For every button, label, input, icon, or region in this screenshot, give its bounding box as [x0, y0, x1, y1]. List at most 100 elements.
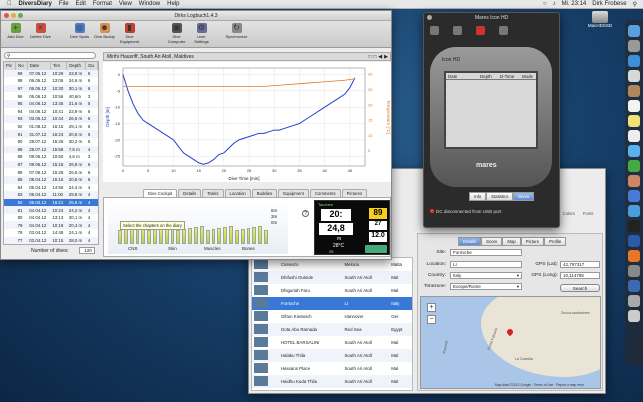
add-dive-button[interactable]: + Add Dive: [4, 23, 27, 45]
country-select[interactable]: Italy ▾: [450, 272, 522, 279]
chapter-bar[interactable]: [158, 228, 163, 244]
chapter-bar[interactable]: [176, 230, 181, 244]
appstore-icon[interactable]: [628, 205, 640, 217]
chapter-bar[interactable]: [118, 230, 122, 244]
mares-tool-icon[interactable]: [476, 26, 485, 35]
terminal-icon[interactable]: [628, 220, 640, 232]
table-row[interactable]: 81 04.04.12 10:24 24,2 m4: [4, 206, 98, 214]
menu-view[interactable]: View: [119, 1, 132, 7]
lat-field[interactable]: 42,797317: [560, 261, 600, 268]
next-icon[interactable]: ▶: [384, 53, 388, 61]
mares-tool-icon[interactable]: [430, 26, 439, 35]
volume-icon[interactable]: ♪: [553, 1, 556, 7]
tab-info[interactable]: Info: [469, 192, 487, 201]
fonts-button[interactable]: Fonts: [583, 211, 593, 216]
clock[interactable]: Mi. 23:14: [562, 1, 587, 7]
dive-buddy-button[interactable]: ☻ Dive Buddy: [93, 23, 116, 45]
spot-map[interactable]: + − Zecca-santaninee La Guardia Punta Fa…: [420, 296, 601, 389]
list-item[interactable]: Halaku Thila South Ari Atoll Mal: [252, 349, 412, 362]
list-item[interactable]: Formiche LI Italy: [252, 297, 412, 310]
table-row[interactable]: 94 04.06.12 10:41 22,9 m 6: [4, 108, 98, 116]
table-row[interactable]: 88 09.06.12 10:50 4,6 m 3: [4, 153, 98, 161]
tab-equipment[interactable]: Equipment: [278, 189, 309, 197]
minimize-icon[interactable]: [11, 13, 16, 18]
finder-icon[interactable]: [628, 25, 640, 37]
tab-map[interactable]: Map: [502, 237, 521, 246]
mail-icon[interactable]: [628, 70, 640, 82]
menu-format[interactable]: Format: [93, 1, 112, 7]
table-row[interactable]: 84 05.04.12 14:56 24,4 m 4: [4, 184, 98, 192]
list-item[interactable]: Haidhu Kuda Thila South Ari Atoll Mal: [252, 375, 412, 388]
chapter-bar[interactable]: [234, 230, 239, 244]
table-row[interactable]: 96 05.06.12 10:56 40,6m 3: [4, 92, 98, 100]
chapter-bar[interactable]: [123, 229, 128, 244]
rss-icon[interactable]: [628, 250, 640, 262]
chapter-bar[interactable]: [217, 228, 222, 244]
chapter-bar[interactable]: [147, 230, 152, 244]
table-row[interactable]: 82 05.04.12 16:21 25,8 m4: [4, 198, 98, 207]
col-depth[interactable]: Depth: [66, 62, 87, 70]
menu-app[interactable]: DiversDiary: [19, 1, 52, 7]
table-row[interactable]: 77 03.04.12 10:15 28,0 m4: [4, 236, 98, 244]
table-row[interactable]: 91 31.07.12 16:24 20,6 m5: [4, 130, 98, 138]
preferences-icon[interactable]: [628, 265, 640, 277]
col-time[interactable]: Tim: [50, 62, 68, 70]
zoom-icon[interactable]: [18, 13, 23, 18]
chapter-bar[interactable]: [199, 226, 204, 244]
tab-buddies[interactable]: Buddies: [251, 189, 278, 197]
table-row[interactable]: 86 07.06.12 15:28 26,5 m 6: [4, 168, 98, 176]
table-row[interactable]: 7602.04.1210:5423,8 m4: [4, 244, 98, 245]
close-icon[interactable]: [427, 15, 432, 20]
chapter-bar[interactable]: [246, 228, 251, 244]
close-icon[interactable]: [4, 13, 9, 18]
dive-profile-chart[interactable]: 0 5 10 15 20 25 30 35 40 450-5-10-15-20-253025201…: [103, 62, 391, 182]
table-row[interactable]: 78 03.04.12 14:48 24,1 m 4: [4, 229, 98, 237]
col-no[interactable]: No: [15, 62, 28, 70]
tab-tanks[interactable]: Tanks: [202, 189, 224, 197]
calendar-icon[interactable]: [628, 100, 640, 112]
menu-help[interactable]: Help: [167, 1, 179, 7]
long-field[interactable]: 10,114785: [560, 272, 600, 279]
wifi-icon[interactable]: ○: [543, 1, 547, 7]
spotlight-icon[interactable]: ⚲: [633, 1, 637, 8]
chapter-bar[interactable]: [211, 229, 216, 244]
notes-icon[interactable]: [628, 115, 640, 127]
table-row[interactable]: 97 06.06.12 10:30 30,1 m6: [4, 84, 98, 93]
apple-icon[interactable]: : [7, 1, 12, 7]
itunes-icon[interactable]: [628, 190, 640, 202]
prev-icon[interactable]: ◀: [378, 53, 382, 61]
chapter-bar[interactable]: [223, 227, 228, 244]
launchpad-icon[interactable]: [628, 40, 640, 52]
chapter-bar[interactable]: [193, 227, 198, 244]
divers-diary-icon[interactable]: [628, 280, 640, 292]
search-button[interactable]: Search: [560, 284, 600, 292]
chapter-bar[interactable]: [229, 226, 233, 244]
dive-spots-button[interactable]: ◎ Dive Spots: [68, 23, 91, 45]
location-field[interactable]: LI: [450, 261, 522, 268]
table-row[interactable]: 93 03.06.12 10:44 26,5 m6: [4, 115, 98, 123]
user-name[interactable]: Dirk Frobese: [592, 1, 626, 7]
tab-details[interactable]: Details: [458, 237, 482, 246]
delete-dive-button[interactable]: × Delete Dive: [29, 23, 52, 45]
menu-file[interactable]: File: [59, 1, 69, 7]
menu-edit[interactable]: Edit: [76, 1, 86, 7]
safari-icon[interactable]: [628, 55, 640, 67]
list-item[interactable]: Hassans Place South Ari Atoll Mal: [252, 362, 412, 375]
list-item[interactable]: Gota Abu Ramada Red Sea Egypt: [252, 323, 412, 336]
chapter-bar[interactable]: [205, 230, 210, 244]
chapter-bar[interactable]: [188, 228, 192, 244]
menu-window[interactable]: Window: [139, 1, 160, 7]
dive-equipment-button[interactable]: ▮ Dive Equipment: [118, 23, 141, 45]
chapter-bar[interactable]: [182, 229, 187, 244]
chapter-bar[interactable]: [252, 227, 257, 244]
list-item[interactable]: HOTEL BARSALINI South Ari Atoll Mal: [252, 336, 412, 349]
zoom-in-icon[interactable]: +: [427, 303, 436, 312]
chapter-bar[interactable]: [153, 229, 157, 244]
tab-picture[interactable]: Picture: [520, 237, 545, 246]
facetime-icon[interactable]: [628, 160, 640, 172]
messages-icon[interactable]: [628, 145, 640, 157]
zoom-out-icon[interactable]: −: [427, 315, 436, 324]
table-row[interactable]: 85 08.04.12 15:16 20,8 m6: [4, 175, 98, 184]
table-row[interactable]: 83 05.04.12 11:00 29,8 m4: [4, 191, 98, 199]
timezone-select[interactable]: Europe/Rome ▾: [450, 283, 522, 290]
